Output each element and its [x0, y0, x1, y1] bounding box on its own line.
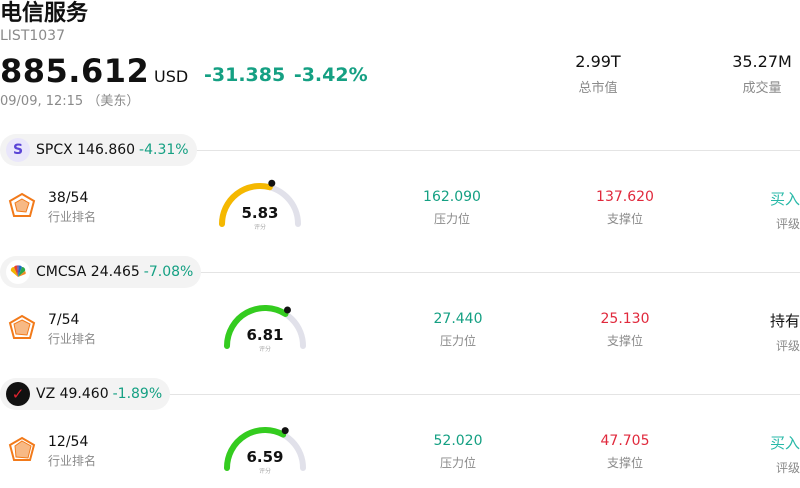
industry-rank: 7/54	[48, 312, 80, 328]
resistance-value: 52.020	[433, 433, 483, 449]
market-cap-label: 总市值	[578, 81, 618, 96]
support-value: 25.130	[600, 311, 650, 327]
section-divider	[194, 150, 800, 151]
rating-value: 买入	[769, 434, 800, 452]
stock-pill-spcx[interactable]: S SPCX 146.860 -4.31%	[0, 134, 197, 166]
resistance-value: 27.440	[433, 311, 483, 327]
support-value: 137.620	[596, 189, 654, 205]
support-metric: 137.620 支撑位	[585, 189, 665, 227]
support-metric: 47.705 支撑位	[585, 433, 665, 471]
industry-rank: 38/54	[48, 190, 89, 206]
score-gauge-marker	[268, 179, 276, 187]
index-price: 885.612	[0, 52, 150, 90]
resistance-metric: 52.020 压力位	[418, 433, 498, 471]
resistance-label: 压力位	[439, 456, 476, 470]
rating-value: 持有	[769, 312, 800, 330]
stock-section-vz: ✓ VZ 49.460 -1.89% 12/54 行业排名 6.59 评分 52…	[0, 378, 800, 488]
section-divider	[200, 272, 800, 273]
resistance-metric: 27.440 压力位	[418, 311, 498, 349]
score-label: 评分	[258, 468, 271, 475]
stock-section-spcx: S SPCX 146.860 -4.31% 38/54 行业排名 5.83 评分…	[0, 134, 800, 244]
market-cap-value: 2.99T	[575, 52, 621, 71]
score-value: 6.59	[246, 448, 284, 466]
score-gauge-marker	[281, 427, 289, 435]
timestamp: 09/09, 12:15 （美东）	[0, 94, 140, 109]
industry-rank-icon	[8, 314, 36, 339]
score-gauge: 5.83 评分	[215, 174, 305, 238]
rating: 买入 评级	[770, 188, 800, 232]
stock-symbol-price: SPCX 146.860	[36, 142, 136, 158]
stock-symbol-price: CMCSA 24.465	[36, 264, 140, 280]
verizon-check-logo-icon: ✓	[6, 382, 30, 406]
stock-symbol-price: VZ 49.460	[36, 386, 109, 402]
stock-change: -7.08%	[143, 264, 194, 280]
industry-rank-icon	[8, 436, 36, 461]
volume-value: 35.27M	[732, 52, 792, 71]
score-label: 评分	[253, 224, 266, 231]
support-label: 支撑位	[606, 456, 643, 470]
resistance-label: 压力位	[433, 212, 470, 226]
rating-value: 买入	[769, 190, 800, 208]
support-label: 支撑位	[606, 334, 643, 348]
industry-rank-icon	[8, 192, 36, 217]
stock-pill-cmcsa[interactable]: CMCSA 24.465 -7.08%	[0, 256, 202, 288]
volume-label: 成交量	[742, 81, 782, 96]
score-gauge: 6.81 评分	[220, 296, 310, 360]
rating-label: 评级	[775, 339, 800, 353]
stock-change: -1.89%	[112, 386, 163, 402]
score-value: 6.81	[246, 326, 284, 344]
nbc-peacock-logo-icon	[6, 260, 30, 284]
volume-stat: 35.27M 成交量	[722, 52, 800, 96]
industry-rank-label: 行业排名	[48, 332, 97, 346]
resistance-label: 压力位	[439, 334, 476, 348]
currency-label: USD	[154, 67, 189, 86]
rating: 持有 评级	[770, 310, 800, 354]
rating-label: 评级	[775, 217, 800, 231]
rating-label: 评级	[775, 461, 800, 475]
resistance-metric: 162.090 压力位	[412, 189, 492, 227]
score-gauge-marker	[283, 306, 291, 314]
stock-section-cmcsa: CMCSA 24.465 -7.08% 7/54 行业排名 6.81 评分 27…	[0, 256, 800, 366]
score-gauge: 6.59 评分	[220, 418, 310, 482]
stock-pill-vz[interactable]: ✓ VZ 49.460 -1.89%	[0, 378, 171, 410]
score-value: 5.83	[241, 204, 279, 222]
resistance-value: 162.090	[423, 189, 481, 205]
score-label: 评分	[258, 346, 271, 353]
section-divider	[168, 394, 800, 395]
price-change: -31.385 -3.42%	[204, 64, 368, 86]
industry-rank: 12/54	[48, 434, 89, 450]
market-cap-stat: 2.99T 总市值	[560, 52, 636, 96]
stock-change: -4.31%	[139, 142, 189, 158]
support-value: 47.705	[600, 433, 650, 449]
industry-rank-label: 行业排名	[48, 454, 97, 468]
index-code: LIST1037	[0, 28, 65, 44]
support-metric: 25.130 支撑位	[585, 311, 665, 349]
page-title: 电信服务	[0, 1, 89, 26]
spcx-logo-icon: S	[6, 138, 30, 162]
support-label: 支撑位	[606, 212, 643, 226]
rating: 买入 评级	[770, 432, 800, 476]
industry-rank-label: 行业排名	[48, 210, 97, 224]
